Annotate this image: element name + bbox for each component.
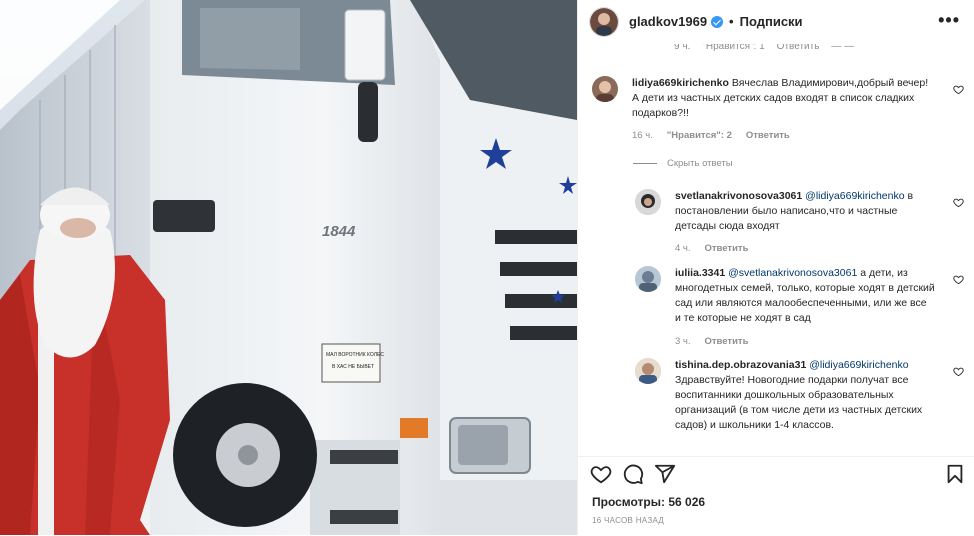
author-avatar[interactable]: [589, 7, 619, 37]
post-media[interactable]: 1844 МАЛ ВОРОТНИК КОЛЕС В ХАС НЕ БЫВЕТ: [0, 0, 577, 535]
comment-likes[interactable]: "Нравится": 1: [702, 44, 764, 52]
separator-dot: •: [729, 14, 734, 29]
reply-reply-button[interactable]: Ответить: [705, 336, 749, 347]
reply-username[interactable]: svetlanakrivonosova3061: [675, 190, 802, 202]
post-timestamp[interactable]: 16 ЧАСОВ НАЗАД: [592, 516, 664, 525]
view-count: Просмотры: 56 026: [592, 495, 706, 509]
post-panel: gladkov1969 • Подписки ••• 9 ч. "Нравитс…: [577, 0, 974, 536]
reply-username[interactable]: iuliia.3341: [675, 267, 725, 279]
hide-replies-button[interactable]: Скрыть ответы: [633, 158, 733, 169]
share-paper-plane-icon[interactable]: [654, 463, 676, 485]
reply-meta: 4 ч. Ответить: [675, 243, 748, 254]
like-reply-heart-icon[interactable]: [953, 274, 964, 285]
comment-reply-button[interactable]: Ответить: [777, 44, 820, 52]
comment-extra: — —: [831, 44, 855, 52]
reply-text-block: tishina.dep.obrazovania31 @lidiya669kiri…: [675, 358, 935, 433]
reply-mention[interactable]: @lidiya669kirichenko: [805, 190, 904, 202]
reply-time: 3 ч.: [675, 336, 691, 347]
more-options-icon[interactable]: •••: [938, 11, 960, 29]
reply-avatar[interactable]: [635, 358, 661, 384]
author-username[interactable]: gladkov1969: [629, 14, 707, 29]
comment-meta: 16 ч. "Нравится": 2 Ответить: [632, 130, 790, 141]
verified-badge-icon: [711, 15, 724, 28]
comment-username[interactable]: lidiya669kirichenko: [632, 77, 729, 89]
comment-text-block: lidiya669kirichenko Вячеслав Владимирови…: [632, 76, 932, 121]
post-header: gladkov1969 • Подписки •••: [578, 0, 974, 44]
reply-mention[interactable]: @svetlanakrivonosova3061: [728, 267, 857, 279]
reply-mention[interactable]: @lidiya669kirichenko: [809, 359, 908, 371]
like-comment-heart-icon[interactable]: [953, 84, 964, 95]
reply-username[interactable]: tishina.dep.obrazovania31: [675, 359, 806, 371]
truck-santa-photo: 1844 МАЛ ВОРОТНИК КОЛЕС В ХАС НЕ БЫВЕТ: [0, 0, 577, 535]
reply-body: Здравствуйте! Новогодние подарки получат…: [675, 374, 923, 431]
comment-time: 9 ч.: [674, 44, 691, 52]
post-actions-bar: Просмотры: 56 026 16 ЧАСОВ НАЗАД: [578, 456, 974, 536]
comment-likes[interactable]: "Нравится": 2: [667, 130, 732, 141]
comment-bubble-icon[interactable]: [622, 463, 644, 485]
reply-avatar[interactable]: [635, 189, 661, 215]
like-reply-heart-icon[interactable]: [953, 197, 964, 208]
hide-replies-label[interactable]: Скрыть ответы: [667, 158, 733, 169]
reply-time: 4 ч.: [675, 243, 691, 254]
sticker-line-2: В ХАС НЕ БЫВЕТ: [332, 364, 374, 370]
reply-text-block: svetlanakrivonosova3061 @lidiya669kirich…: [675, 189, 935, 234]
following-button[interactable]: Подписки: [740, 14, 803, 29]
reply-avatar[interactable]: [635, 266, 661, 292]
comment-time: 16 ч.: [632, 130, 653, 141]
commenter-avatar[interactable]: [592, 76, 618, 102]
author-line: gladkov1969 • Подписки: [629, 14, 803, 29]
reply-reply-button[interactable]: Ответить: [705, 243, 749, 254]
sticker-line-1: МАЛ ВОРОТНИК КОЛЕС: [326, 352, 384, 358]
comment-reply-button[interactable]: Ответить: [746, 130, 790, 141]
hide-replies-line: [633, 163, 657, 164]
reply-meta: 3 ч. Ответить: [675, 336, 748, 347]
save-bookmark-icon[interactable]: [944, 463, 966, 485]
comments-list[interactable]: 9 ч. "Нравится": 1 Ответить — — lidiya66…: [578, 44, 974, 456]
cut-comment-meta: 9 ч. "Нравится": 1 Ответить — —: [674, 44, 854, 52]
like-heart-icon[interactable]: [590, 463, 612, 485]
reply-text-block: iuliia.3341 @svetlanakrivonosova3061 а д…: [675, 266, 935, 326]
truck-model-badge: 1844: [322, 223, 356, 240]
like-reply-heart-icon[interactable]: [953, 366, 964, 377]
